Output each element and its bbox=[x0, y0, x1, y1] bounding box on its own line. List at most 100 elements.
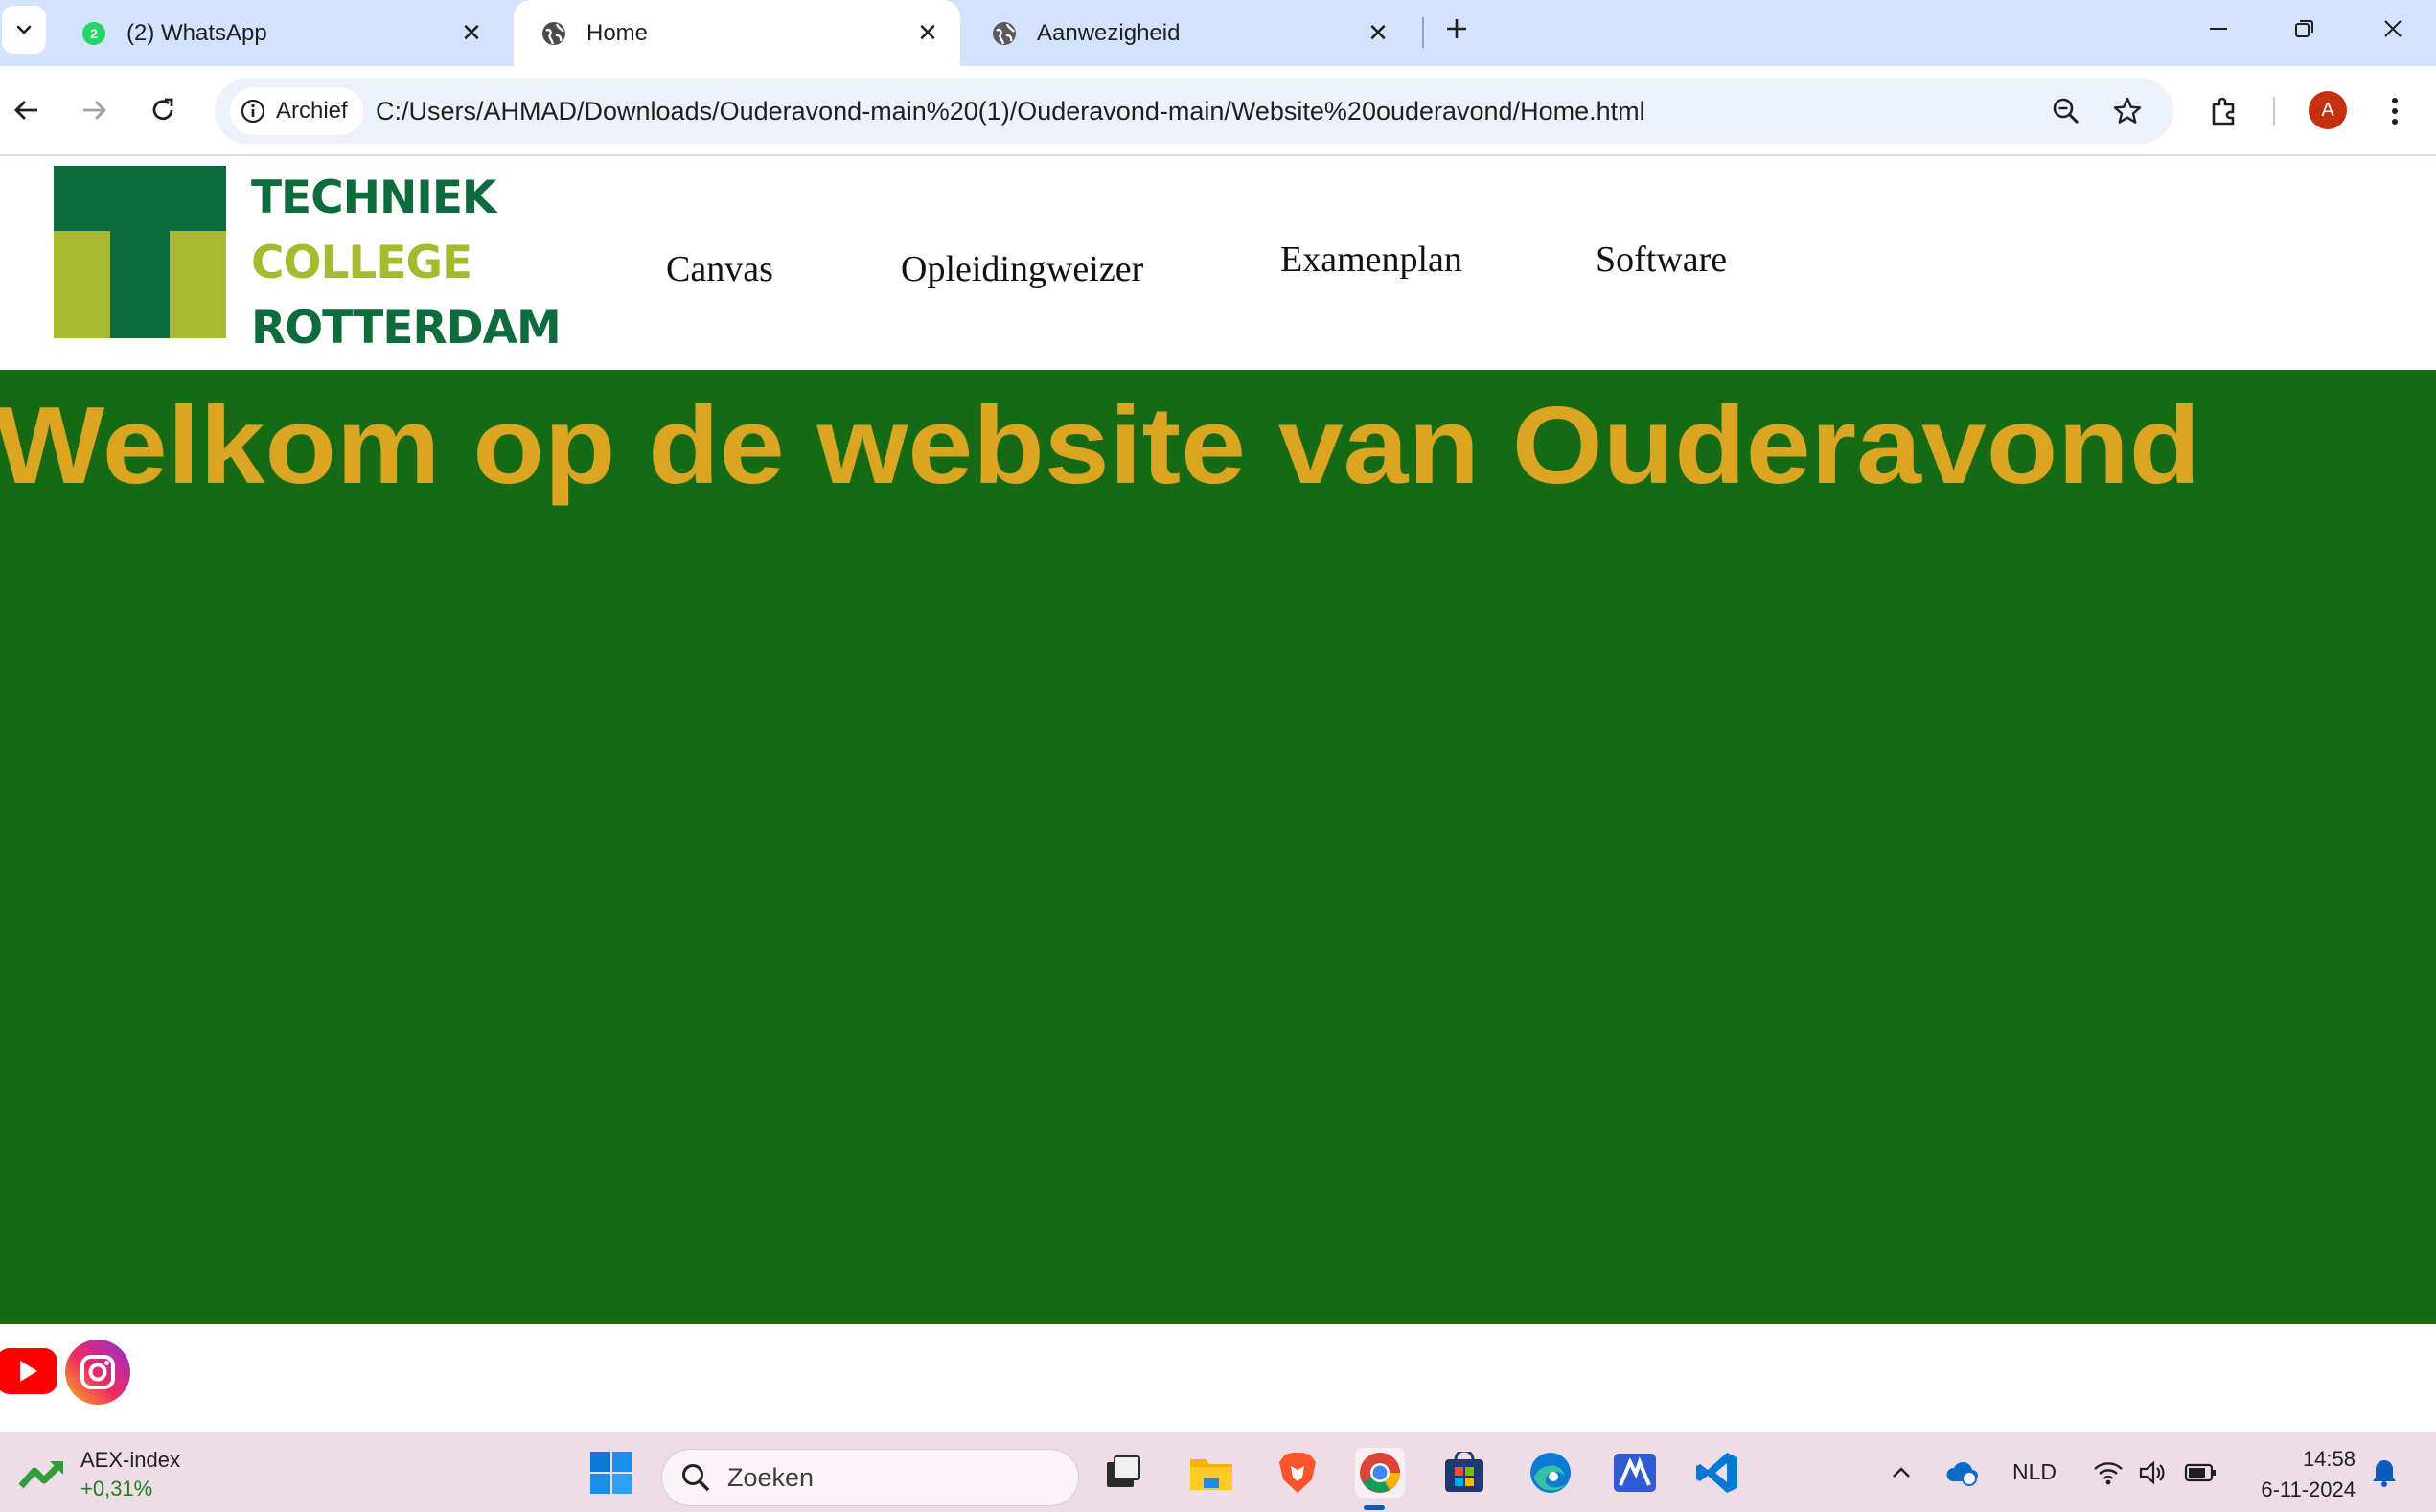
bell-icon bbox=[2373, 1460, 2396, 1487]
notifications-button[interactable] bbox=[2359, 1448, 2409, 1498]
tab-title: Aanwezigheid bbox=[1037, 19, 1181, 46]
toolbar-divider bbox=[2273, 97, 2275, 126]
wifi-button[interactable] bbox=[2083, 1448, 2133, 1498]
tab-search-button[interactable] bbox=[2, 6, 46, 54]
widget-label: AEX-index bbox=[80, 1448, 180, 1472]
screen: 2 (2) WhatsApp ✕ Home ✕ Aanwezigheid ✕ A… bbox=[0, 0, 2436, 1512]
forward-button[interactable] bbox=[71, 87, 117, 133]
clock-date: 6-11-2024 bbox=[2261, 1478, 2356, 1501]
task-view-icon bbox=[1107, 1455, 1140, 1487]
start-button[interactable] bbox=[586, 1448, 636, 1498]
instagram-link[interactable] bbox=[64, 1339, 131, 1406]
battery-icon bbox=[2184, 1463, 2216, 1482]
windows-taskbar: AEX-index +0,31% Zoeken NLD 14:58 6-11-2… bbox=[0, 1432, 2436, 1512]
reload-icon bbox=[152, 98, 173, 121]
search-placeholder: Zoeken bbox=[727, 1462, 815, 1492]
brave-icon bbox=[1279, 1453, 1316, 1493]
kebab-menu-icon bbox=[2392, 98, 2398, 125]
battery-button[interactable] bbox=[2175, 1448, 2225, 1498]
taskbar-chrome[interactable] bbox=[1355, 1448, 1405, 1498]
nav-link-software[interactable]: Software bbox=[1596, 239, 1727, 281]
close-tab-icon[interactable]: ✕ bbox=[456, 18, 487, 49]
stock-widget[interactable]: AEX-index +0,31% bbox=[19, 1446, 180, 1503]
nav-link-opleidingweizer[interactable]: Opleidingweizer bbox=[901, 248, 1143, 290]
close-tab-icon[interactable]: ✕ bbox=[1363, 18, 1393, 49]
chevron-down-icon bbox=[16, 25, 32, 34]
back-button[interactable] bbox=[4, 87, 50, 133]
nav-link-examenplan[interactable]: Examenplan bbox=[1280, 239, 1462, 281]
menu-button[interactable] bbox=[2373, 89, 2417, 133]
minimize-icon bbox=[2210, 28, 2227, 30]
plus-icon bbox=[1447, 19, 1466, 38]
globe-icon bbox=[991, 20, 1018, 47]
puzzle-icon bbox=[2212, 97, 2235, 126]
taskbar-app-blue[interactable] bbox=[1610, 1448, 1660, 1498]
close-icon bbox=[2384, 20, 2402, 37]
taskbar-brave[interactable] bbox=[1273, 1448, 1322, 1498]
info-icon bbox=[241, 99, 265, 124]
nav-link-canvas[interactable]: Canvas bbox=[666, 248, 773, 290]
active-app-indicator bbox=[1364, 1505, 1385, 1510]
hero-section: Welkom op de website van Ouderavond bbox=[0, 370, 2436, 1324]
arrow-right-icon bbox=[83, 101, 106, 120]
tab-title: (2) WhatsApp bbox=[126, 19, 267, 46]
url-text[interactable]: C:/Users/AHMAD/Downloads/Ouderavond-main… bbox=[376, 79, 1645, 144]
chrome-icon bbox=[1360, 1453, 1400, 1493]
tab-whatsapp[interactable]: 2 (2) WhatsApp ✕ bbox=[54, 0, 504, 66]
logo-mark bbox=[54, 166, 226, 338]
tab-divider bbox=[1422, 17, 1424, 48]
web-page: TECHNIEK COLLEGE ROTTERDAM Canvas Opleid… bbox=[0, 156, 2436, 1432]
security-chip-label: Archief bbox=[276, 98, 348, 124]
edge-icon bbox=[1530, 1453, 1571, 1493]
minimize-button[interactable] bbox=[2175, 0, 2262, 57]
tab-title: Home bbox=[586, 19, 649, 46]
extensions-button[interactable] bbox=[2202, 89, 2246, 133]
star-icon bbox=[2113, 97, 2142, 124]
show-hidden-icons-button[interactable] bbox=[1876, 1448, 1926, 1498]
taskbar-store[interactable] bbox=[1439, 1448, 1489, 1498]
cloud-sync-icon bbox=[1946, 1461, 1978, 1486]
instagram-icon bbox=[65, 1340, 130, 1405]
speaker-icon bbox=[2139, 1460, 2165, 1485]
profile-avatar[interactable]: A bbox=[2309, 91, 2347, 129]
reload-button[interactable] bbox=[140, 87, 186, 133]
restore-button[interactable] bbox=[2262, 0, 2348, 57]
search-icon bbox=[682, 1464, 710, 1492]
hero-title: Welkom op de website van Ouderavond bbox=[0, 385, 2201, 507]
taskbar-vscode[interactable] bbox=[1692, 1448, 1742, 1498]
zoom-out-icon bbox=[2053, 98, 2080, 125]
taskbar-file-explorer[interactable] bbox=[1186, 1448, 1236, 1498]
new-tab-button[interactable] bbox=[1437, 10, 1476, 48]
language-indicator[interactable]: NLD bbox=[2012, 1459, 2057, 1485]
windows-icon bbox=[590, 1452, 632, 1494]
close-window-button[interactable] bbox=[2350, 0, 2436, 57]
taskbar-search[interactable]: Zoeken bbox=[661, 1449, 1079, 1506]
taskbar-edge[interactable] bbox=[1526, 1448, 1575, 1498]
youtube-link[interactable] bbox=[0, 1339, 61, 1406]
folder-icon bbox=[1190, 1459, 1232, 1490]
bookmark-button[interactable] bbox=[2108, 92, 2147, 130]
site-info-chip[interactable]: Archief bbox=[230, 87, 363, 135]
site-header: TECHNIEK COLLEGE ROTTERDAM Canvas Opleid… bbox=[0, 156, 2436, 370]
tab-strip: 2 (2) WhatsApp ✕ Home ✕ Aanwezigheid ✕ bbox=[0, 0, 2436, 66]
app-icon bbox=[1614, 1454, 1656, 1492]
onedrive-sync-button[interactable] bbox=[1938, 1448, 1988, 1498]
stock-up-icon bbox=[19, 1460, 64, 1489]
tab-aanwezigheid[interactable]: Aanwezigheid ✕ bbox=[964, 0, 1411, 66]
logo-wordmark: TECHNIEK COLLEGE ROTTERDAM bbox=[251, 166, 562, 361]
clock-time: 14:58 bbox=[2302, 1447, 2356, 1471]
school-logo[interactable]: TECHNIEK COLLEGE ROTTERDAM bbox=[54, 166, 562, 355]
volume-button[interactable] bbox=[2127, 1448, 2177, 1498]
close-tab-icon[interactable]: ✕ bbox=[912, 18, 943, 49]
whatsapp-badge: 2 bbox=[90, 26, 98, 41]
system-clock[interactable]: 14:58 6-11-2024 bbox=[2261, 1444, 2356, 1505]
tab-home[interactable]: Home ✕ bbox=[514, 0, 960, 66]
zoom-button[interactable] bbox=[2047, 92, 2085, 130]
taskbar-task-view[interactable] bbox=[1098, 1448, 1148, 1498]
browser-toolbar: Archief C:/Users/AHMAD/Downloads/Ouderav… bbox=[0, 66, 2436, 156]
vscode-icon bbox=[1696, 1453, 1737, 1493]
widget-change: +0,31% bbox=[80, 1477, 153, 1501]
address-bar[interactable]: Archief C:/Users/AHMAD/Downloads/Ouderav… bbox=[215, 79, 2173, 144]
youtube-icon bbox=[0, 1348, 57, 1394]
store-icon bbox=[1445, 1452, 1483, 1492]
